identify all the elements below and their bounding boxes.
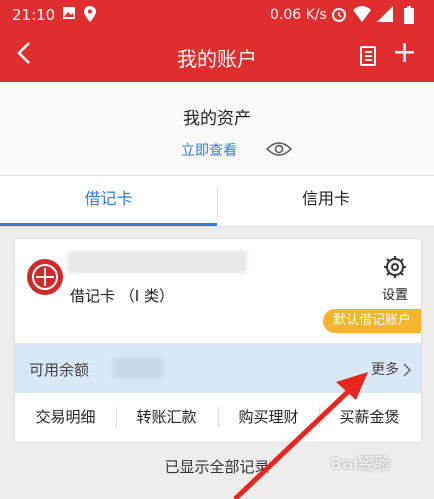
annotation-arrow-icon bbox=[233, 372, 368, 499]
